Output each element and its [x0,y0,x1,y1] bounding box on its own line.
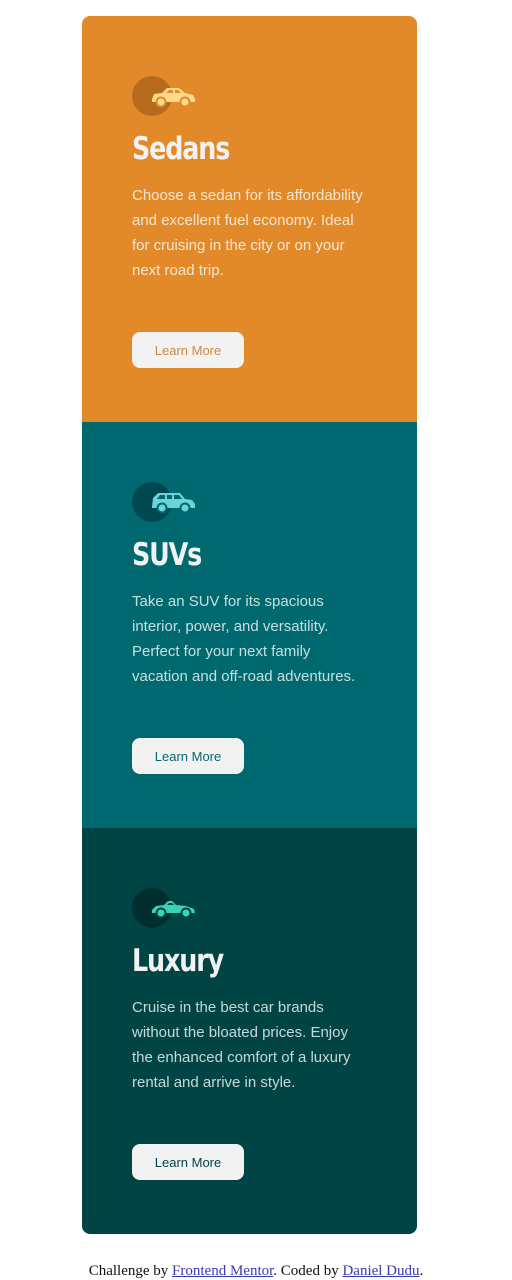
footer-suffix: . [419,1263,424,1279]
sedans-card: Sedans Choose a sedan for its affordabil… [82,16,417,422]
footer-middle: . Coded by [273,1263,343,1279]
card-title: Sedans [132,131,230,167]
card-title: SUVs [132,537,202,573]
card-container: Sedans Choose a sedan for its affordabil… [82,16,417,1234]
card-description: Take an SUV for its spacious interior, p… [132,593,356,685]
sedan-car-icon-graphic [152,88,195,108]
learn-more-button[interactable]: Learn More [132,1144,244,1180]
sedan-car-icon [132,76,198,116]
footer-prefix: Challenge by [88,1263,173,1279]
learn-more-button[interactable]: Learn More [132,332,244,368]
author-link[interactable]: Daniel Dudu [342,1263,419,1279]
suv-car-icon [132,482,198,522]
attribution-footer: Challenge by Frontend Mentor. Coded by D… [0,1263,512,1280]
learn-more-button[interactable]: Learn More [132,738,244,774]
suv-car-icon-graphic [152,493,195,514]
luxury-car-icon-graphic [152,901,195,919]
luxury-car-icon [132,888,198,928]
suvs-card: SUVs Take an SUV for its spacious interi… [82,422,417,828]
card-description: Choose a sedan for its affordability and… [132,187,363,279]
luxury-card: Luxury Cruise in the best car brands wit… [82,828,417,1234]
card-description: Cruise in the best car brands without th… [132,999,351,1091]
frontend-mentor-link[interactable]: Frontend Mentor [172,1263,273,1279]
card-title: Luxury [132,943,224,979]
